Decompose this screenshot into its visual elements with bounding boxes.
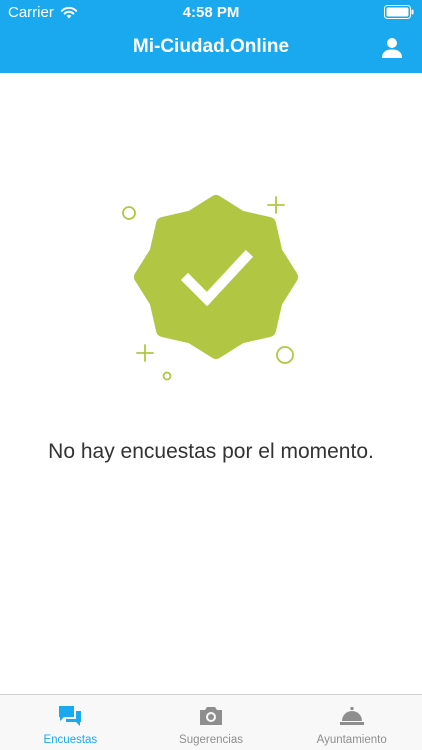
tab-ayuntamiento[interactable]: Ayuntamiento	[281, 695, 422, 750]
tab-encuestas[interactable]: Encuestas	[0, 695, 141, 750]
tab-label: Ayuntamiento	[316, 734, 387, 746]
status-bar: Carrier 4:58 PM	[0, 0, 422, 24]
empty-state-message: No hay encuestas por el momento.	[48, 440, 374, 463]
app-title: Mi-Ciudad.Online	[132, 36, 290, 57]
battery-icon	[384, 5, 414, 19]
chat-bubbles-icon	[59, 706, 82, 726]
tab-sugerencias[interactable]: Sugerencias	[141, 695, 282, 750]
profile-button[interactable]	[380, 36, 404, 60]
verified-badge-check-icon	[134, 195, 298, 359]
user-icon	[382, 38, 402, 58]
tab-bar: Encuestas Sugerencias Ayuntamiento	[0, 694, 422, 750]
empty-state-illustration	[116, 190, 306, 385]
status-time: 4:58 PM	[182, 4, 240, 21]
camera-icon	[200, 707, 222, 725]
tab-label: Sugerencias	[179, 734, 243, 746]
header: Carrier 4:58 PM Mi-Ciudad.Online	[0, 0, 422, 73]
service-bell-icon	[339, 707, 364, 725]
tab-label: Encuestas	[43, 734, 98, 746]
